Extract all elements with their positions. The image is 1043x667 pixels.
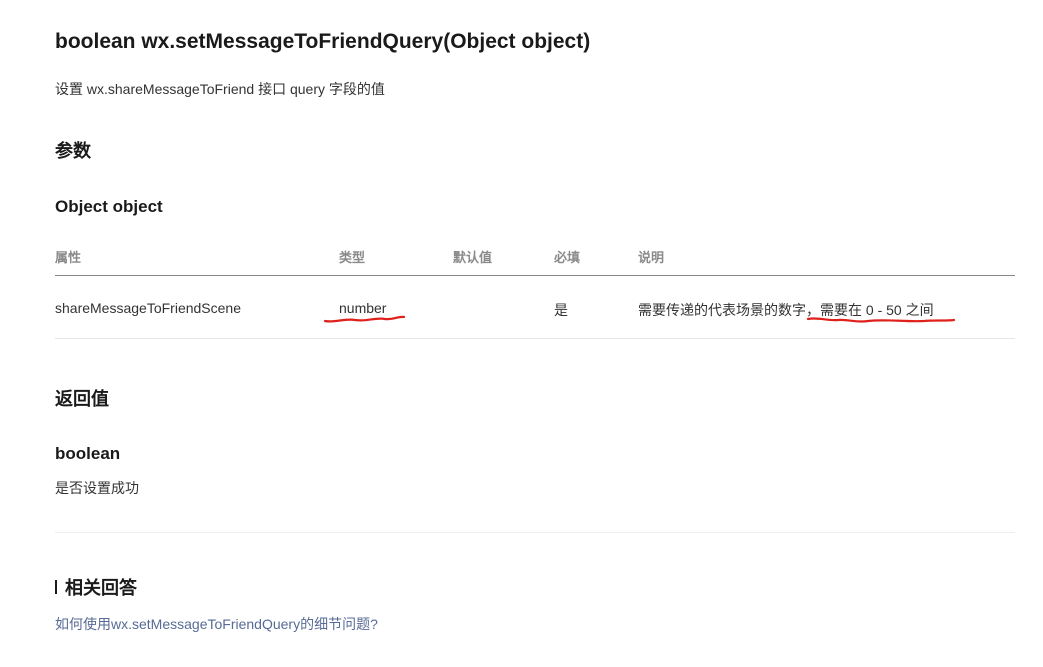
param-description-part1: 需要传递的代表场景的数字， [638,302,820,318]
return-type: boolean [55,444,121,463]
param-name: shareMessageToFriendScene [55,300,241,316]
object-title: Object object [55,197,163,216]
accent-bar [55,580,57,594]
params-heading: 参数 [55,141,91,161]
related-answer-link[interactable]: 如何使用wx.setMessageToFriendQuery的细节问题? [55,614,378,634]
api-doc-page: boolean wx.setMessageToFriendQuery(Objec… [0,0,1043,667]
api-title: boolean wx.setMessageToFriendQuery(Objec… [55,30,591,53]
header-description: 说明 [638,250,665,265]
param-type: number [339,300,387,316]
table-row: shareMessageToFriendScene number 是 需要传递的… [55,276,1015,339]
param-type-wrap: number [323,300,406,323]
section-divider [55,532,1015,533]
param-description-highlight: 需要在 0 - 50 之间 [806,300,956,323]
api-description: 设置 wx.shareMessageToFriend 接口 query 字段的值 [55,81,385,97]
table-header: 属性 类型 默认值 必填 说明 [55,236,1015,276]
param-description: 需要传递的代表场景的数字，需要在 0 - 50 之间 [638,300,956,323]
header-default: 默认值 [453,250,493,265]
param-required: 是 [554,302,568,318]
params-table: 属性 类型 默认值 必填 说明 shareMessageToFriendScen… [55,236,1015,339]
header-type: 类型 [339,250,366,265]
header-required: 必填 [554,250,581,265]
related-answers-header: 相关回答 [55,574,137,600]
header-property: 属性 [55,250,82,265]
related-answers-heading: 相关回答 [65,578,137,598]
return-description: 是否设置成功 [55,480,139,496]
returns-heading: 返回值 [55,389,109,409]
param-description-part2: 需要在 0 - 50 之间 [820,302,934,318]
param-type-cell: number [323,300,406,323]
